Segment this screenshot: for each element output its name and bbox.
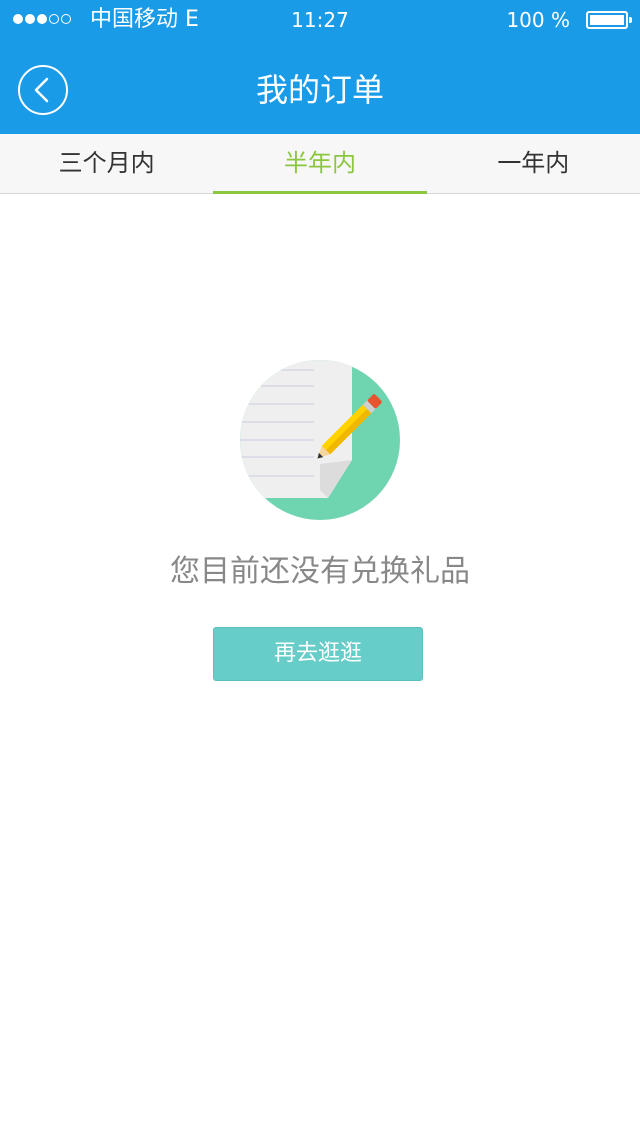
tab-three-months[interactable]: 三个月内 xyxy=(0,134,213,193)
tab-one-year[interactable]: 一年内 xyxy=(427,134,640,193)
empty-message: 您目前还没有兑换礼品 xyxy=(170,554,470,589)
battery-percent: 100 % xyxy=(506,8,570,32)
screen: 中国移动 E 11:27 100 % 我的订单 三个月内 半年内 一年内 您目前… xyxy=(0,0,640,1136)
browse-again-button[interactable]: 再去逛逛 xyxy=(213,627,423,681)
nav-header: 我的订单 xyxy=(0,40,640,134)
note-pencil-icon xyxy=(240,360,400,520)
battery-icon xyxy=(586,11,632,29)
page-title: 我的订单 xyxy=(255,71,384,109)
tab-half-year[interactable]: 半年内 xyxy=(213,134,427,194)
tab-bar: 三个月内 半年内 一年内 xyxy=(0,134,640,194)
status-bar: 中国移动 E 11:27 100 % xyxy=(0,0,640,40)
